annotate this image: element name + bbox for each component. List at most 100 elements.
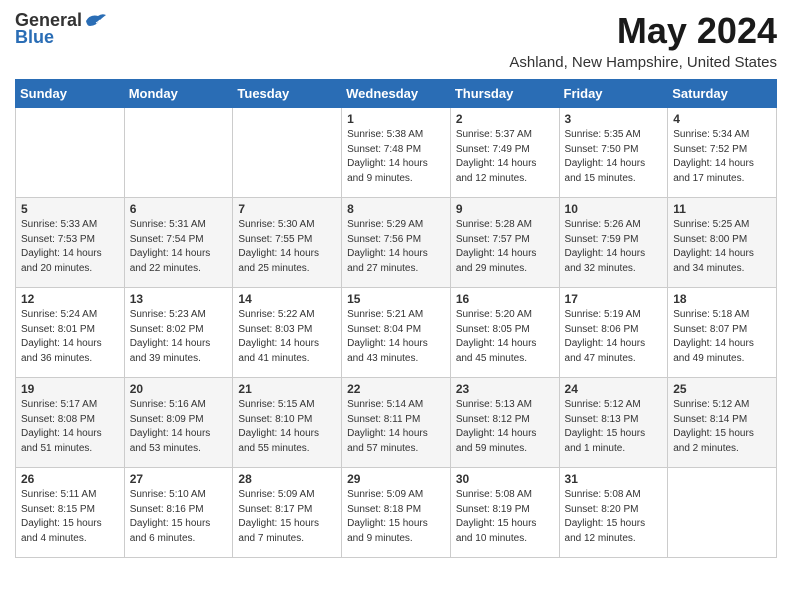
day-cell: 18Sunrise: 5:18 AMSunset: 8:07 PMDayligh…: [668, 288, 777, 378]
day-number: 15: [347, 292, 445, 306]
day-cell: 22 Sunrise: 5:14 AMSunset: 8:11 PMDayligh…: [342, 378, 451, 468]
day-cell: [233, 108, 342, 198]
day-cell: 14 Sunrise: 5:22 AMSunset: 8:03 PMDayligh…: [233, 288, 342, 378]
day-number: 4: [673, 112, 771, 126]
day-number: 5: [21, 202, 119, 216]
day-cell: 27 Sunrise: 5:10 AMSunset: 8:16 PMDayligh…: [124, 468, 233, 558]
day-cell: 20Sunrise: 5:16 AMSunset: 8:09 PMDayligh…: [124, 378, 233, 468]
day-number: 25: [673, 382, 771, 396]
header-row: SundayMondayTuesdayWednesdayThursdayFrid…: [16, 80, 777, 108]
day-cell: 5Sunrise: 5:33 AMSunset: 7:53 PMDaylight…: [16, 198, 125, 288]
day-info: Sunrise: 5:38 AMSunset: 7:48 PMDaylight:…: [347, 128, 445, 186]
day-cell: [16, 108, 125, 198]
day-number: 24: [565, 382, 663, 396]
day-number: 2: [456, 112, 554, 126]
location-title: Ashland, New Hampshire, United States: [509, 54, 777, 71]
day-cell: 16 Sunrise: 5:20 AMSunset: 8:05 PMDayligh…: [450, 288, 559, 378]
day-cell: 15 Sunrise: 5:21 AMSunset: 8:04 PMDayligh…: [342, 288, 451, 378]
week-row-5: 26Sunrise: 5:11 AMSunset: 8:15 PMDayligh…: [16, 468, 777, 558]
header-cell-friday: Friday: [559, 80, 668, 108]
day-number: 6: [130, 202, 228, 216]
day-cell: 31 Sunrise: 5:08 AMSunset: 8:20 PMDayligh…: [559, 468, 668, 558]
day-cell: [668, 468, 777, 558]
day-info: Sunrise: 5:19 AMSunset: 8:06 PMDaylight:…: [565, 308, 663, 366]
day-number: 13: [130, 292, 228, 306]
day-info: Sunrise: 5:37 AMSunset: 7:49 PMDaylight:…: [456, 128, 554, 186]
header-cell-sunday: Sunday: [16, 80, 125, 108]
day-info: Sunrise: 5:08 AMSunset: 8:20 PMDaylight:…: [565, 488, 663, 546]
day-cell: 9 Sunrise: 5:28 AMSunset: 7:57 PMDaylight…: [450, 198, 559, 288]
day-number: 1: [347, 112, 445, 126]
day-number: 17: [565, 292, 663, 306]
day-info: Sunrise: 5:13 AMSunset: 8:12 PMDaylight:…: [456, 398, 554, 456]
title-area: May 2024 Ashland, New Hampshire, United …: [509, 10, 777, 71]
day-info: Sunrise: 5:35 AMSunset: 7:50 PMDaylight:…: [565, 128, 663, 186]
day-info: Sunrise: 5:28 AMSunset: 7:57 PMDaylight:…: [456, 218, 554, 276]
week-row-4: 19Sunrise: 5:17 AMSunset: 8:08 PMDayligh…: [16, 378, 777, 468]
month-title: May 2024: [509, 10, 777, 52]
header: General Blue May 2024 Ashland, New Hamps…: [15, 10, 777, 71]
header-cell-saturday: Saturday: [668, 80, 777, 108]
day-cell: 2 Sunrise: 5:37 AMSunset: 7:49 PMDaylight…: [450, 108, 559, 198]
day-number: 21: [238, 382, 336, 396]
day-number: 27: [130, 472, 228, 486]
day-cell: 4 Sunrise: 5:34 AMSunset: 7:52 PMDaylight…: [668, 108, 777, 198]
day-cell: 7 Sunrise: 5:30 AMSunset: 7:55 PMDaylight…: [233, 198, 342, 288]
day-cell: 24Sunrise: 5:12 AMSunset: 8:13 PMDayligh…: [559, 378, 668, 468]
calendar-body: 1 Sunrise: 5:38 AMSunset: 7:48 PMDaylight…: [16, 108, 777, 558]
day-number: 9: [456, 202, 554, 216]
day-cell: 19Sunrise: 5:17 AMSunset: 8:08 PMDayligh…: [16, 378, 125, 468]
day-info: Sunrise: 5:21 AMSunset: 8:04 PMDaylight:…: [347, 308, 445, 366]
day-info: Sunrise: 5:09 AMSunset: 8:17 PMDaylight:…: [238, 488, 336, 546]
week-row-2: 5Sunrise: 5:33 AMSunset: 7:53 PMDaylight…: [16, 198, 777, 288]
day-info: Sunrise: 5:20 AMSunset: 8:05 PMDaylight:…: [456, 308, 554, 366]
day-info: Sunrise: 5:15 AMSunset: 8:10 PMDaylight:…: [238, 398, 336, 456]
day-number: 12: [21, 292, 119, 306]
day-number: 14: [238, 292, 336, 306]
day-number: 7: [238, 202, 336, 216]
day-info: Sunrise: 5:10 AMSunset: 8:16 PMDaylight:…: [130, 488, 228, 546]
day-info: Sunrise: 5:31 AMSunset: 7:54 PMDaylight:…: [130, 218, 228, 276]
day-number: 11: [673, 202, 771, 216]
day-cell: 26Sunrise: 5:11 AMSunset: 8:15 PMDayligh…: [16, 468, 125, 558]
day-info: Sunrise: 5:30 AMSunset: 7:55 PMDaylight:…: [238, 218, 336, 276]
day-cell: 6 Sunrise: 5:31 AMSunset: 7:54 PMDaylight…: [124, 198, 233, 288]
day-number: 23: [456, 382, 554, 396]
day-cell: 10Sunrise: 5:26 AMSunset: 7:59 PMDayligh…: [559, 198, 668, 288]
day-info: Sunrise: 5:18 AMSunset: 8:07 PMDaylight:…: [673, 308, 771, 366]
header-cell-thursday: Thursday: [450, 80, 559, 108]
day-info: Sunrise: 5:09 AMSunset: 8:18 PMDaylight:…: [347, 488, 445, 546]
day-cell: 17 Sunrise: 5:19 AMSunset: 8:06 PMDayligh…: [559, 288, 668, 378]
day-info: Sunrise: 5:34 AMSunset: 7:52 PMDaylight:…: [673, 128, 771, 186]
day-number: 31: [565, 472, 663, 486]
day-info: Sunrise: 5:29 AMSunset: 7:56 PMDaylight:…: [347, 218, 445, 276]
day-number: 16: [456, 292, 554, 306]
day-info: Sunrise: 5:24 AMSunset: 8:01 PMDaylight:…: [21, 308, 119, 366]
day-number: 26: [21, 472, 119, 486]
day-number: 19: [21, 382, 119, 396]
day-number: 22: [347, 382, 445, 396]
day-number: 8: [347, 202, 445, 216]
day-cell: 25 Sunrise: 5:12 AMSunset: 8:14 PMDayligh…: [668, 378, 777, 468]
day-info: Sunrise: 5:08 AMSunset: 8:19 PMDaylight:…: [456, 488, 554, 546]
day-info: Sunrise: 5:14 AMSunset: 8:11 PMDaylight:…: [347, 398, 445, 456]
day-cell: [124, 108, 233, 198]
day-info: Sunrise: 5:12 AMSunset: 8:14 PMDaylight:…: [673, 398, 771, 456]
day-cell: 29Sunrise: 5:09 AMSunset: 8:18 PMDayligh…: [342, 468, 451, 558]
day-cell: 28 Sunrise: 5:09 AMSunset: 8:17 PMDayligh…: [233, 468, 342, 558]
day-number: 28: [238, 472, 336, 486]
calendar-table: SundayMondayTuesdayWednesdayThursdayFrid…: [15, 79, 777, 558]
day-number: 20: [130, 382, 228, 396]
day-cell: 23 Sunrise: 5:13 AMSunset: 8:12 PMDayligh…: [450, 378, 559, 468]
day-info: Sunrise: 5:25 AMSunset: 8:00 PMDaylight:…: [673, 218, 771, 276]
day-info: Sunrise: 5:26 AMSunset: 7:59 PMDaylight:…: [565, 218, 663, 276]
day-info: Sunrise: 5:22 AMSunset: 8:03 PMDaylight:…: [238, 308, 336, 366]
day-info: Sunrise: 5:23 AMSunset: 8:02 PMDaylight:…: [130, 308, 228, 366]
logo-blue: Blue: [15, 27, 54, 48]
logo-bird-icon: [84, 12, 106, 30]
week-row-1: 1 Sunrise: 5:38 AMSunset: 7:48 PMDaylight…: [16, 108, 777, 198]
header-cell-wednesday: Wednesday: [342, 80, 451, 108]
header-cell-tuesday: Tuesday: [233, 80, 342, 108]
day-cell: 12 Sunrise: 5:24 AMSunset: 8:01 PMDayligh…: [16, 288, 125, 378]
day-cell: 21 Sunrise: 5:15 AMSunset: 8:10 PMDayligh…: [233, 378, 342, 468]
